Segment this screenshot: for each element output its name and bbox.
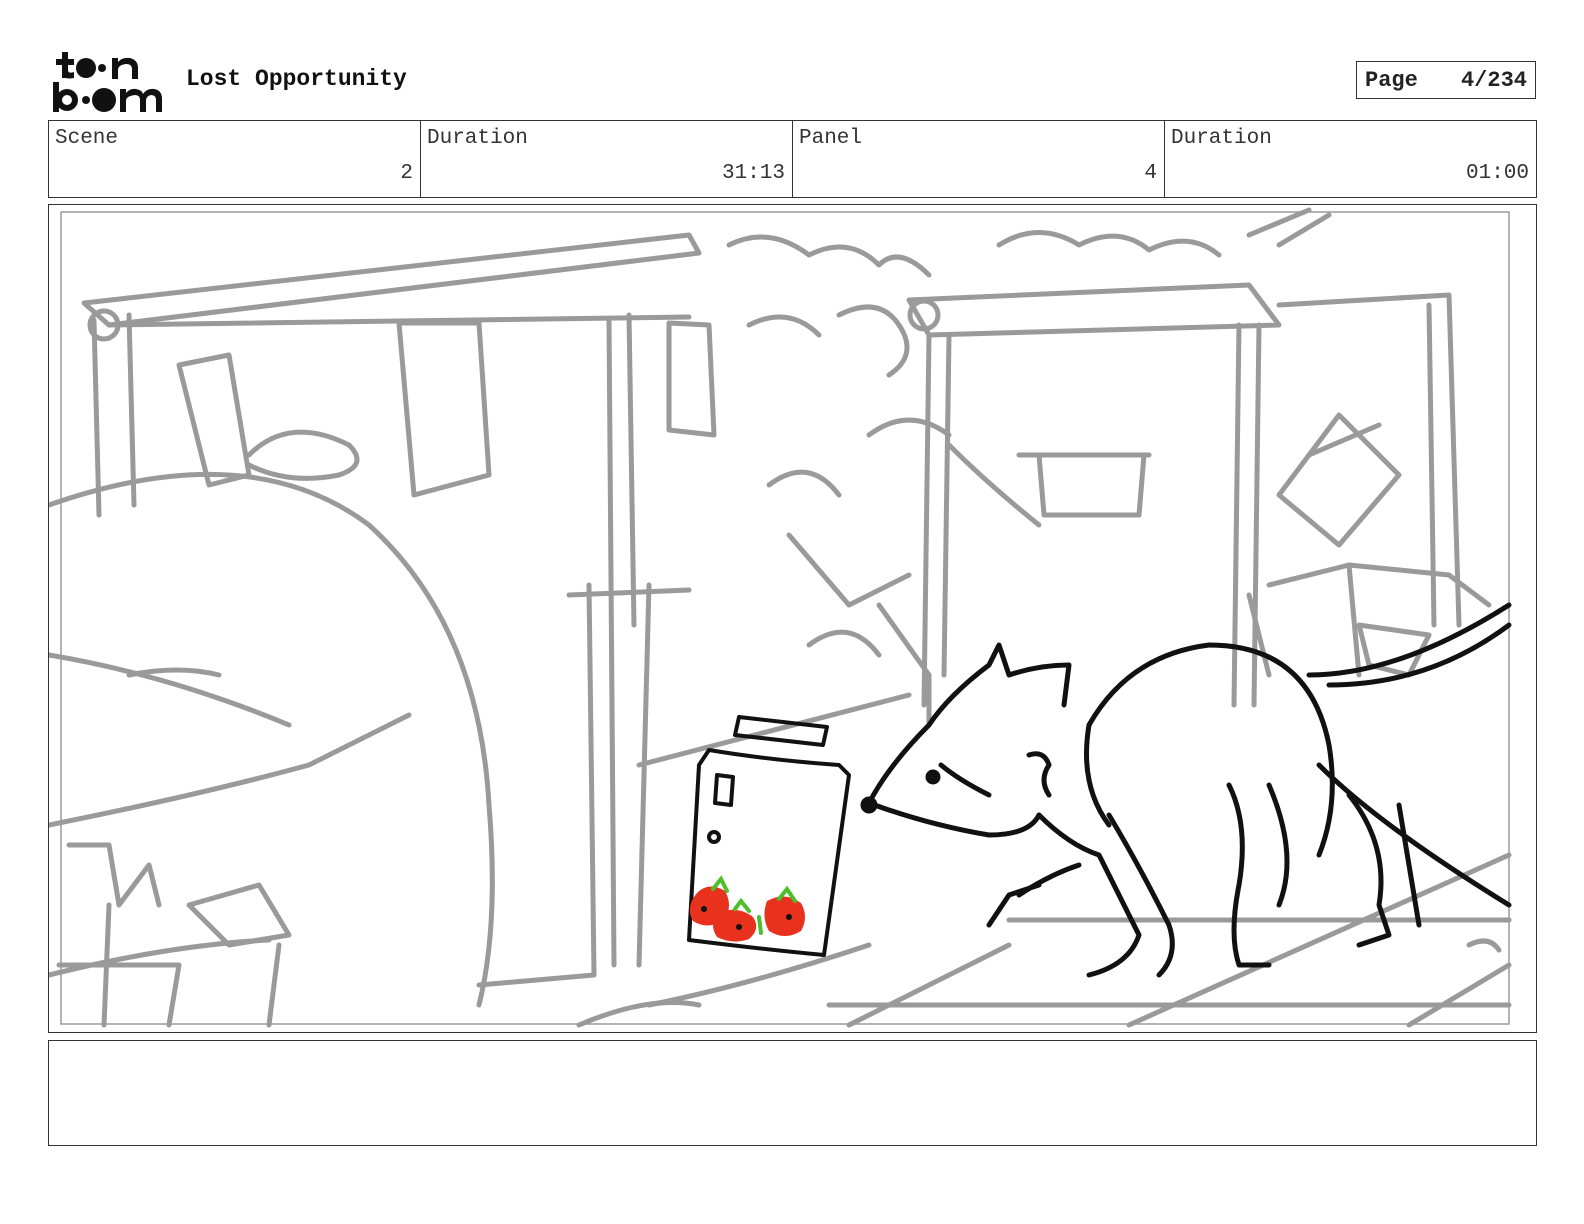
panel-notes[interactable] xyxy=(48,1040,1537,1146)
scene-duration-cell: Duration 31:13 xyxy=(421,121,793,197)
page-number: 4/234 xyxy=(1460,67,1527,93)
scene-value: 2 xyxy=(400,162,413,185)
panel-cell: Panel 4 xyxy=(793,121,1165,197)
scene-duration-value: 31:13 xyxy=(721,162,785,185)
strawberries xyxy=(689,875,805,942)
panel-duration-label: Duration xyxy=(1171,127,1272,150)
page-label: Page xyxy=(1365,67,1418,93)
logo-mark xyxy=(53,52,162,112)
panel-value: 4 xyxy=(1144,162,1157,185)
scene-duration-label: Duration xyxy=(427,127,528,150)
project-title: Lost Opportunity xyxy=(186,66,407,92)
panel-label: Panel xyxy=(799,127,863,150)
storyboard-sketch xyxy=(49,207,1512,1028)
scene-cell: Scene 2 xyxy=(49,121,421,197)
toon-boom-logo xyxy=(50,48,166,114)
panel-duration-cell: Duration 01:00 xyxy=(1165,121,1536,197)
scene-label: Scene xyxy=(55,127,119,150)
page-indicator: Page 4/234 xyxy=(1356,61,1536,99)
panel-duration-value: 01:00 xyxy=(1465,162,1529,185)
storyboard-panel xyxy=(48,204,1537,1033)
scene-info-table: Scene 2 Duration 31:13 Panel 4 Duration … xyxy=(48,120,1537,198)
